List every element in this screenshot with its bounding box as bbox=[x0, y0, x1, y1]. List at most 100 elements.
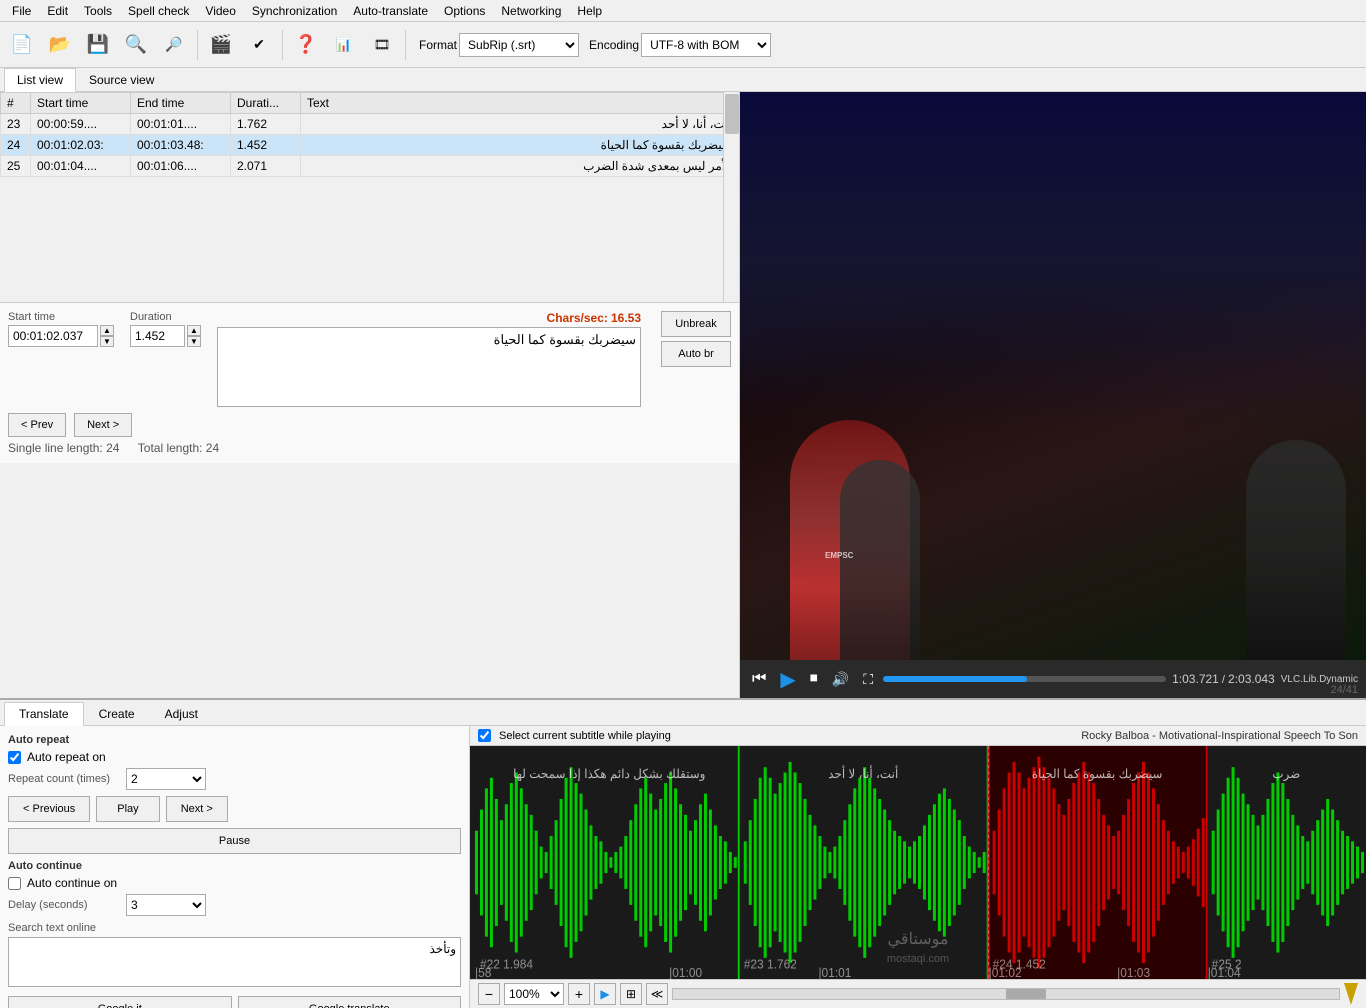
menu-networking[interactable]: Networking bbox=[493, 2, 569, 20]
tab-create[interactable]: Create bbox=[84, 702, 150, 725]
repeat-count-select[interactable]: 2 1 3 4 bbox=[126, 768, 206, 790]
help-button[interactable]: ❓ bbox=[288, 27, 324, 63]
search-text-area[interactable]: وتأخذ bbox=[8, 937, 461, 987]
cell-end: 00:01:01.... bbox=[131, 114, 231, 135]
grid-btn[interactable]: ⊞ bbox=[620, 983, 642, 1005]
svg-text:|01:00: |01:00 bbox=[669, 966, 702, 979]
menu-file[interactable]: File bbox=[4, 2, 39, 20]
next-translate-btn[interactable]: Next > bbox=[166, 796, 228, 822]
new-button[interactable]: 📄 bbox=[4, 27, 40, 63]
pause-btn[interactable]: Pause bbox=[8, 828, 461, 854]
auto-br-button[interactable]: Auto br bbox=[661, 341, 731, 367]
cell-start: 00:01:02.03: bbox=[31, 135, 131, 156]
svg-text:|01:01: |01:01 bbox=[818, 966, 851, 979]
auto-repeat-checkbox[interactable] bbox=[8, 751, 21, 764]
chars-sec-label: Chars/sec: bbox=[547, 311, 608, 325]
subtitle-table: # Start time End time Durati... Text 23 … bbox=[0, 92, 739, 177]
waveform-header: Select current subtitle while playing Ro… bbox=[470, 726, 1366, 746]
table-row[interactable]: 23 00:00:59.... 00:01:01.... 1.762 أنت، … bbox=[1, 114, 739, 135]
menu-autotranslate[interactable]: Auto-translate bbox=[345, 2, 436, 20]
start-time-input[interactable] bbox=[8, 325, 98, 347]
save-button[interactable]: 💾 bbox=[80, 27, 116, 63]
fullscreen-button[interactable]: ⛶ bbox=[859, 669, 877, 690]
zoom-select[interactable]: 100% 50% 150% 200% bbox=[504, 983, 564, 1005]
google-translate-btn[interactable]: Google translate bbox=[238, 996, 462, 1008]
duration-up[interactable]: ▲ bbox=[187, 325, 201, 336]
tab-adjust[interactable]: Adjust bbox=[150, 702, 213, 725]
find-button[interactable]: 🔍 bbox=[118, 27, 154, 63]
subtitle-text-editor[interactable]: سيضربك بقسوة كما الحياة bbox=[217, 327, 641, 407]
col-header-num: # bbox=[1, 93, 31, 114]
video-button[interactable]: 🎞 bbox=[364, 27, 400, 63]
tab-list-view[interactable]: List view bbox=[4, 68, 76, 92]
start-time-up[interactable]: ▲ bbox=[100, 325, 114, 336]
repeat-count-label: Repeat count (times) bbox=[8, 773, 118, 785]
menu-tools[interactable]: Tools bbox=[76, 2, 120, 20]
toolbar: 📄 📂 💾 🔍 🔎 🎬 ✔ ❓ 📊 🎞 Format SubRip (.srt)… bbox=[0, 22, 1366, 68]
cell-dur: 1.452 bbox=[231, 135, 301, 156]
progress-bar[interactable] bbox=[883, 676, 1166, 682]
table-scrollbar[interactable] bbox=[723, 92, 739, 302]
svg-text:وستقلك بشكل دائم هكذا إذا سمحت: وستقلك بشكل دائم هكذا إذا سمحت لها bbox=[513, 766, 705, 781]
bottom-section: Translate Create Adjust Auto repeat Auto… bbox=[0, 698, 1366, 1008]
auto-continue-checkbox[interactable] bbox=[8, 877, 21, 890]
menu-synchronization[interactable]: Synchronization bbox=[244, 2, 345, 20]
menu-help[interactable]: Help bbox=[569, 2, 610, 20]
waveform-area[interactable]: وستقلك بشكل دائم هكذا إذا سمحت لها #22 1… bbox=[470, 746, 1366, 979]
edit-panel: Start time ▲ ▼ Duration ▲ bbox=[0, 302, 739, 463]
waveform-scrollbar[interactable] bbox=[672, 988, 1340, 1000]
subtitle-table-wrapper: # Start time End time Durati... Text 23 … bbox=[0, 92, 739, 302]
zoom-in-btn[interactable]: + bbox=[568, 983, 590, 1005]
chars-sec-value: 16.53 bbox=[611, 311, 641, 325]
right-panel: EMPSC ⏮ ▶ ⏹ 🔊 ⛶ 1:03.721 / 2:03.043 VLC.… bbox=[740, 92, 1366, 698]
video-open-button[interactable]: 🎬 bbox=[203, 27, 239, 63]
duration-input[interactable] bbox=[130, 325, 185, 347]
stop-button[interactable]: ⏹ bbox=[806, 668, 822, 690]
start-time-label: Start time bbox=[8, 311, 114, 323]
cell-start: 00:01:04.... bbox=[31, 156, 131, 177]
svg-text:أنت، أنا، لا أحد: أنت، أنا، لا أحد bbox=[828, 765, 898, 780]
findreplace-button[interactable]: 🔎 bbox=[156, 27, 192, 63]
format-select[interactable]: SubRip (.srt) bbox=[459, 33, 579, 57]
open-button[interactable]: 📂 bbox=[42, 27, 78, 63]
waveform-button[interactable]: 📊 bbox=[326, 27, 362, 63]
shift-left-btn[interactable]: ≪ bbox=[646, 983, 668, 1005]
rewind-button[interactable]: ⏮ bbox=[748, 668, 770, 690]
format-label: Format bbox=[419, 38, 457, 52]
prev-button[interactable]: < Prev bbox=[8, 413, 66, 437]
cell-num: 24 bbox=[1, 135, 31, 156]
table-row[interactable]: 24 00:01:02.03: 00:01:03.48: 1.452 سيضرب… bbox=[1, 135, 739, 156]
unbreak-button[interactable]: Unbreak bbox=[661, 311, 731, 337]
movie-title: Rocky Balboa - Motivational-Inspirationa… bbox=[679, 730, 1358, 742]
video-time: 1:03.721 / 2:03.043 bbox=[1172, 672, 1275, 686]
menu-options[interactable]: Options bbox=[436, 2, 493, 20]
play-pause-button[interactable]: ▶ bbox=[776, 665, 799, 694]
tab-source-view[interactable]: Source view bbox=[76, 68, 167, 91]
toolbar-separator-2 bbox=[282, 30, 283, 60]
svg-text:|58: |58 bbox=[475, 966, 492, 979]
play-waveform-btn[interactable]: ▶ bbox=[594, 983, 616, 1005]
duration-down[interactable]: ▼ bbox=[187, 336, 201, 347]
col-header-text: Text bbox=[301, 93, 739, 114]
menu-video[interactable]: Video bbox=[197, 2, 243, 20]
menu-edit[interactable]: Edit bbox=[39, 2, 76, 20]
tab-translate[interactable]: Translate bbox=[4, 702, 84, 726]
cell-text: الأمر ليس بمعدى شدة الضرب bbox=[301, 156, 739, 177]
start-time-down[interactable]: ▼ bbox=[100, 336, 114, 347]
table-row[interactable]: 25 00:01:04.... 00:01:06.... 2.071 الأمر… bbox=[1, 156, 739, 177]
col-header-start: Start time bbox=[31, 93, 131, 114]
next-button[interactable]: Next > bbox=[74, 413, 132, 437]
col-header-end: End time bbox=[131, 93, 231, 114]
spellcheck-button[interactable]: ✔ bbox=[241, 27, 277, 63]
select-subtitle-checkbox[interactable] bbox=[478, 729, 491, 742]
encoding-select[interactable]: UTF-8 with BOM bbox=[641, 33, 771, 57]
zoom-out-btn[interactable]: − bbox=[478, 983, 500, 1005]
menu-spellcheck[interactable]: Spell check bbox=[120, 2, 197, 20]
volume-button[interactable]: 🔊 bbox=[828, 669, 853, 690]
play-btn[interactable]: Play bbox=[96, 796, 159, 822]
google-it-btn[interactable]: Google it bbox=[8, 996, 232, 1008]
position-indicator[interactable] bbox=[1344, 983, 1358, 1005]
svg-text:#23 1.762: #23 1.762 bbox=[744, 957, 797, 971]
delay-select[interactable]: 3 1 2 5 bbox=[126, 894, 206, 916]
previous-btn[interactable]: < Previous bbox=[8, 796, 90, 822]
